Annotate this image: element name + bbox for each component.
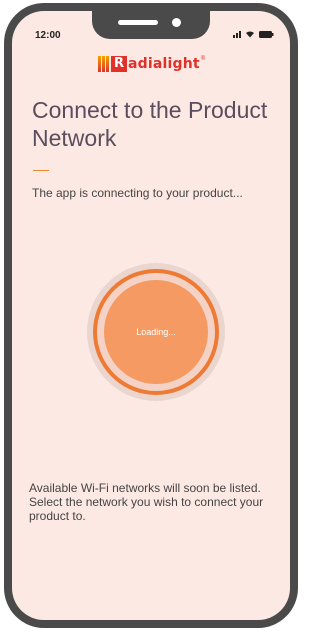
battery-icon xyxy=(259,30,274,38)
signal-icon xyxy=(233,30,241,38)
logo-bars-icon xyxy=(98,56,109,72)
wifi-info-text: Available Wi-Fi networks will soon be li… xyxy=(29,481,264,523)
logo-text: adialight xyxy=(128,56,200,72)
wifi-icon xyxy=(245,30,255,38)
connecting-status-text: The app is connecting to your product... xyxy=(32,186,243,200)
status-time: 12:00 xyxy=(35,30,61,41)
logo-letter: R xyxy=(111,56,127,72)
app-screen: 12:00 R adialight ® Connect to the Produ… xyxy=(12,11,290,620)
speaker-icon xyxy=(118,20,158,25)
loader-center: Loading... xyxy=(104,280,208,384)
phone-frame: 12:00 R adialight ® Connect to the Produ… xyxy=(4,3,298,628)
radialight-logo: R adialight ® xyxy=(98,56,205,72)
loading-spinner: Loading... xyxy=(87,263,225,401)
camera-icon xyxy=(172,18,181,27)
page-title: Connect to the Product Network xyxy=(32,97,268,151)
status-icons xyxy=(233,30,274,38)
title-accent-divider xyxy=(33,170,49,171)
phone-notch xyxy=(92,11,210,39)
logo-registered-mark: ® xyxy=(200,56,206,62)
loading-label: Loading... xyxy=(136,327,176,337)
